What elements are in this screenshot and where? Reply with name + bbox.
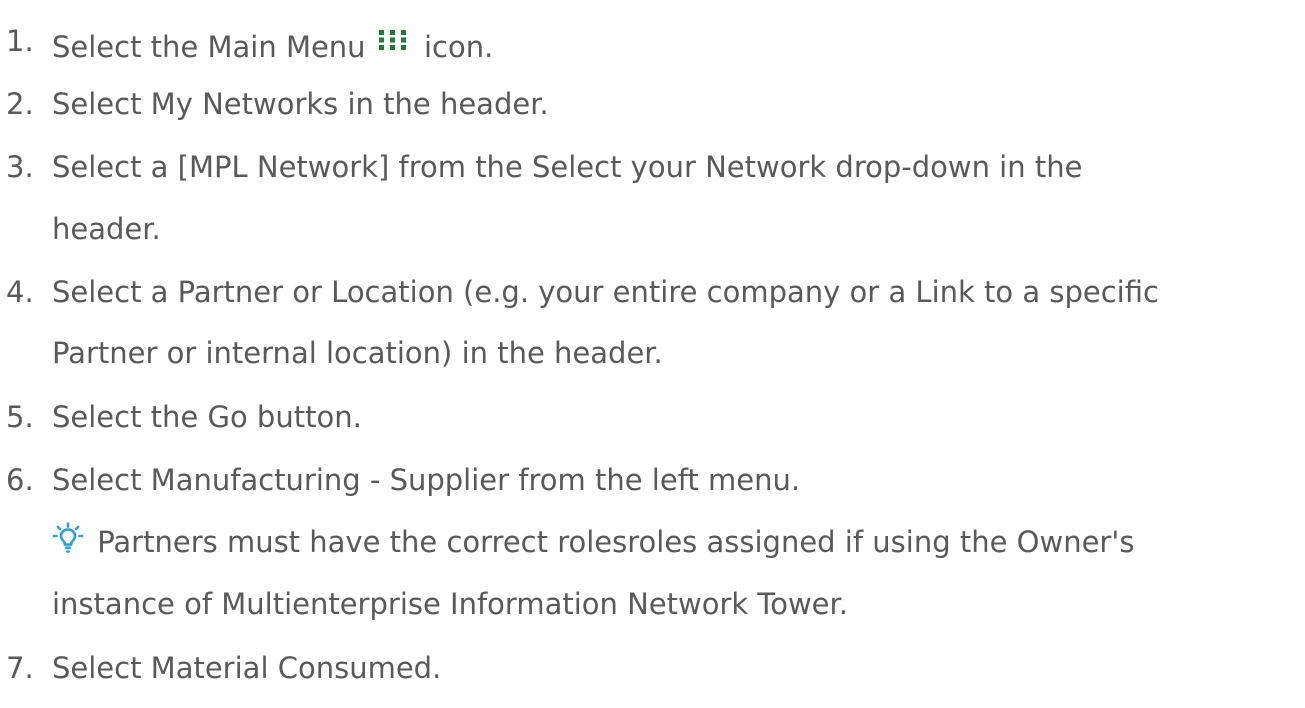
step-number: 6. — [6, 463, 34, 497]
step-text-before: Select the Main Menu — [52, 30, 366, 64]
step-text-after: icon. — [424, 30, 494, 64]
step-text: Select Manufacturing - Supplier from the… — [52, 463, 801, 497]
step-text-line-1: Select a [MPL Network] from the Select y… — [52, 150, 1083, 184]
step-number: 7. — [6, 651, 34, 685]
step-number: 4. — [6, 275, 34, 309]
step-text: Select the Go button. — [52, 400, 362, 434]
step-text-line-1: Select a Partner or Location (e.g. your … — [52, 275, 1159, 309]
tip-text-line-1: Partners must have the correct rolesrole… — [97, 525, 1135, 559]
step-text: Select the Main Menu icon. — [52, 14, 493, 74]
step-number: 2. — [6, 87, 34, 121]
step-text: Select My Networks in the header. — [52, 87, 549, 121]
tip-continuation: instance of Multienterprise Information … — [52, 587, 848, 621]
step-number: 1. — [6, 24, 34, 58]
step-number: 3. — [6, 150, 34, 184]
lightbulb-icon — [52, 517, 84, 553]
step-text: Select Material Consumed. — [52, 651, 442, 685]
step-number: 5. — [6, 400, 34, 434]
tip-note: Partners must have the correct rolesrole… — [52, 515, 1134, 569]
grid-dots-icon — [377, 14, 409, 50]
step-3-continuation: header. — [52, 212, 161, 246]
step-4-continuation: Partner or internal location) in the hea… — [52, 336, 663, 370]
